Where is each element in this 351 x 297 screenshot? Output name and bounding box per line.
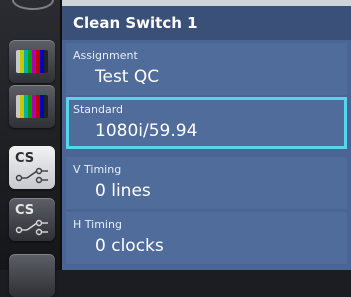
sidebar: CS CS (0, 0, 62, 297)
sidebar-tile-clean-switch-2[interactable]: CS (9, 198, 55, 241)
sidebar-tile-clean-switch-1[interactable]: CS (9, 146, 55, 189)
clean-switch-panel: Clean Switch 1 Assignment Test QC Standa… (62, 6, 351, 270)
field-assignment[interactable]: Assignment Test QC (66, 43, 347, 95)
clean-switch-icon (15, 219, 48, 236)
field-value: 0 lines (95, 181, 151, 201)
color-bars-icon (16, 95, 48, 118)
clean-switch-icon (15, 167, 48, 184)
cs-label: CS (15, 203, 35, 218)
color-bars-icon (16, 50, 48, 73)
field-h-timing[interactable]: H Timing 0 clocks (66, 212, 347, 264)
field-value: 1080i/59.94 (95, 121, 198, 141)
knob-icon (12, 0, 54, 10)
cs-label: CS (15, 151, 35, 166)
sidebar-tile-color-bars-1[interactable] (9, 40, 55, 83)
field-label: Standard (73, 103, 124, 116)
sidebar-tile-color-bars-2[interactable] (9, 85, 55, 128)
field-value: 0 clocks (95, 236, 164, 256)
field-label: H Timing (73, 218, 122, 231)
field-standard[interactable]: Standard 1080i/59.94 (66, 97, 347, 149)
panel-title: Clean Switch 1 (73, 14, 198, 32)
field-v-timing[interactable]: V Timing 0 lines (66, 157, 347, 209)
panel-header: Clean Switch 1 (62, 6, 351, 40)
field-label: V Timing (73, 163, 122, 176)
sidebar-tile-partial[interactable] (9, 254, 55, 297)
field-value: Test QC (95, 67, 160, 87)
field-label: Assignment (73, 49, 138, 62)
